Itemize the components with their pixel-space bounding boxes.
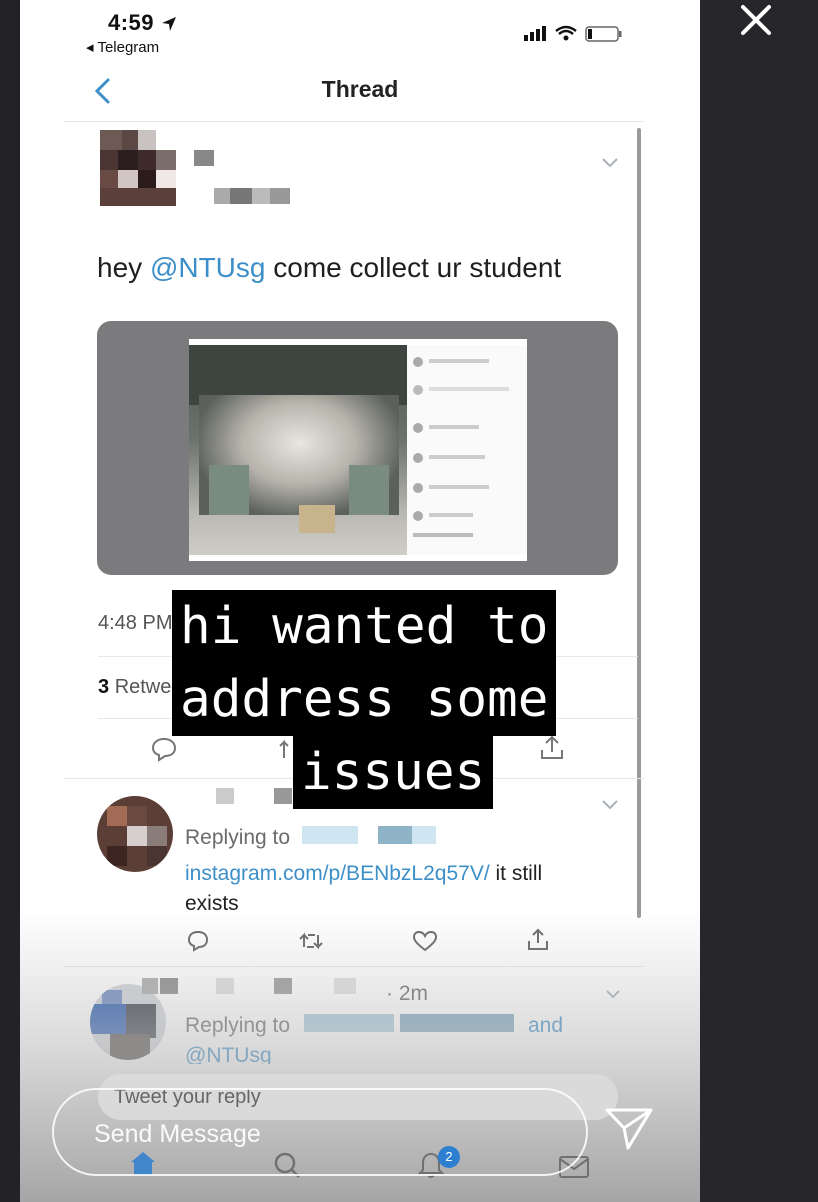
mention-link[interactable]: @NTUsg	[150, 252, 266, 283]
instagram-screenshot	[189, 339, 527, 561]
reply-text: instagram.com/p/BENbzL2q57V/ it still	[185, 862, 543, 885]
reply-icon[interactable]	[150, 736, 178, 762]
retweet-icon[interactable]	[298, 930, 324, 952]
divider	[64, 121, 644, 122]
replying-to-label: Replying to	[185, 1014, 291, 1037]
and-label: and	[528, 1014, 564, 1037]
story-caption-line-1: hi wanted to	[172, 590, 557, 663]
close-icon[interactable]	[734, 0, 776, 42]
story-screenshot: 4:59 ◂ Telegram Thread hey @NTUsg come c…	[20, 0, 700, 1202]
instagram-link[interactable]: instagram.com/p/BENbzL2q57V/	[185, 862, 490, 885]
cellular-signal-icon	[524, 26, 546, 41]
status-indicators	[524, 25, 622, 42]
instagram-comments-panel	[407, 345, 527, 555]
tweet-text: hey @NTUsg come collect ur student	[97, 252, 562, 283]
page-title: Thread	[321, 76, 399, 102]
reply-age: · 2m	[386, 982, 428, 1005]
reply-avatar[interactable]	[97, 796, 173, 872]
chevron-down-icon[interactable]	[604, 988, 622, 1000]
send-arrow-icon[interactable]	[604, 1106, 654, 1152]
send-message-field[interactable]: Send Message	[52, 1088, 588, 1176]
wifi-icon	[555, 25, 577, 41]
status-back-to-app[interactable]: ◂ Telegram	[86, 38, 159, 56]
tweet-image[interactable]	[97, 321, 618, 575]
replying-to-label: Replying to	[185, 826, 291, 849]
chevron-down-icon[interactable]	[600, 156, 620, 170]
story-right-margin	[700, 0, 818, 1202]
group-photo	[189, 345, 407, 555]
divider	[64, 966, 644, 967]
mention-link[interactable]: @NTUsg	[185, 1044, 272, 1064]
scrollbar[interactable]	[637, 128, 641, 918]
reply-icon[interactable]	[186, 930, 210, 952]
retweet-count[interactable]: 3 Retwe	[98, 676, 171, 699]
location-icon	[161, 17, 176, 32]
status-time: 4:59	[108, 10, 177, 36]
story-left-margin	[0, 0, 20, 1202]
reply-text-continued: exists	[185, 892, 239, 915]
story-caption-line-3: issues	[293, 736, 494, 809]
tweet-timestamp: 4:48 PM	[98, 612, 173, 634]
share-icon[interactable]	[526, 928, 550, 952]
like-icon[interactable]	[412, 930, 438, 952]
story-caption-line-2: address some	[172, 663, 557, 736]
reply-avatar[interactable]	[90, 984, 166, 1060]
chevron-down-icon[interactable]	[600, 798, 620, 812]
share-icon[interactable]	[538, 734, 566, 762]
battery-icon	[585, 26, 622, 42]
